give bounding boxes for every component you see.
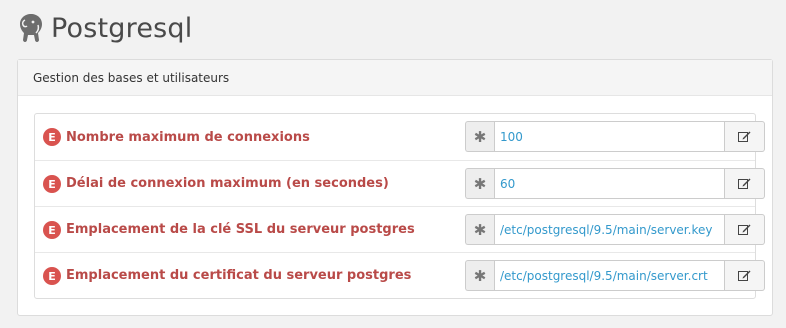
edit-button[interactable] [725,121,765,152]
setting-row-connection-timeout: E Délai de connexion maximum (en seconde… [35,160,765,206]
setting-input-group: ✱ [465,168,765,199]
page-header: Postgresql [17,12,192,44]
page-title: Postgresql [51,12,193,44]
error-badge: E [43,128,61,146]
error-badge: E [43,221,61,239]
setting-row-max-connections: E Nombre maximum de connexions ✱ [35,114,765,160]
panel-heading: Gestion des bases et utilisateurs [18,60,772,96]
edit-button[interactable] [725,168,765,199]
setting-label: Délai de connexion maximum (en secondes) [66,176,389,191]
edit-icon [738,178,751,189]
edit-icon [738,224,751,235]
edit-icon [738,270,751,281]
settings-panel: Gestion des bases et utilisateurs E Nomb… [17,59,773,316]
settings-list: E Nombre maximum de connexions ✱ E Délai… [34,113,765,299]
edit-button[interactable] [725,214,765,245]
ssl-key-path-input[interactable] [494,214,725,245]
edit-icon [738,131,751,142]
asterisk-icon: ✱ [465,260,494,291]
setting-row-ssl-key: E Emplacement de la clé SSL du serveur p… [35,206,765,252]
max-connections-input[interactable] [494,121,725,152]
setting-label: Emplacement du certificat du serveur pos… [66,268,412,283]
error-badge: E [43,175,61,193]
setting-input-group: ✱ [465,121,765,152]
setting-label: Emplacement de la clé SSL du serveur pos… [66,222,415,237]
elephant-icon [20,14,42,42]
edit-button[interactable] [725,260,765,291]
connection-timeout-input[interactable] [494,168,725,199]
asterisk-icon: ✱ [465,121,494,152]
error-badge: E [43,267,61,285]
setting-label: Nombre maximum de connexions [66,129,310,145]
asterisk-icon: ✱ [465,168,494,199]
setting-input-group: ✱ [465,214,765,245]
setting-row-ssl-cert: E Emplacement du certificat du serveur p… [35,252,765,298]
setting-input-group: ✱ [465,260,765,291]
asterisk-icon: ✱ [465,214,494,245]
ssl-cert-path-input[interactable] [494,260,725,291]
